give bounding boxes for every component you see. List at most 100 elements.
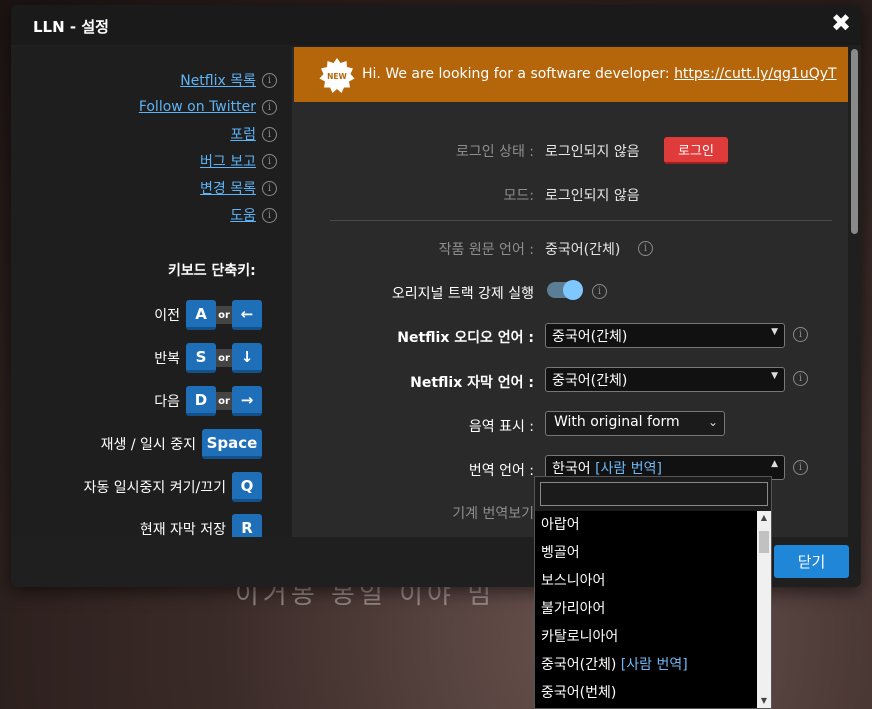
subtitle-language-select[interactable]: 중국어(간체) ▼: [545, 367, 785, 392]
key-q: Q: [232, 472, 262, 502]
dropdown-list: 아랍어 벵골어 보스니아어 불가리아어 카탈로니아어 중국어(간체) [사람 번…: [535, 511, 757, 707]
new-badge-label: NEW: [327, 72, 347, 81]
info-icon[interactable]: i: [793, 327, 808, 342]
help-link[interactable]: 도움: [230, 205, 256, 225]
info-icon[interactable]: i: [592, 284, 607, 299]
key-arrow-right: →: [232, 386, 262, 416]
shortcut-label: 재생 / 일시 중지: [100, 437, 196, 453]
option-label: 보스니아어: [541, 573, 606, 589]
caret-down-icon: ▼: [771, 371, 778, 381]
shortcut-label: 다음: [154, 394, 180, 410]
subtitle-language-value: 중국어(간체): [552, 373, 628, 389]
dropdown-option[interactable]: 벵골어: [535, 539, 757, 567]
force-track-toggle[interactable]: [547, 280, 583, 300]
settings-panel: NEW Hi. We are looking for a software de…: [292, 47, 848, 537]
audio-language-label: Netflix 오디오 언어 :: [397, 330, 534, 346]
dialog-title: LLN - 설정: [33, 18, 109, 36]
info-icon[interactable]: i: [793, 371, 808, 386]
or-separator: or: [216, 392, 232, 410]
shortcut-row: 이전 A or ←: [154, 299, 262, 331]
original-language-label: 작품 원문 언어 :: [438, 242, 534, 258]
info-icon[interactable]: i: [638, 241, 653, 256]
sidebar-item-netflix-list: Netflix 목록 i: [180, 70, 277, 90]
sidebar-item-help: 도움 i: [230, 205, 277, 225]
option-label: 아랍어: [541, 517, 580, 533]
close-button[interactable]: 닫기: [774, 545, 849, 578]
info-icon[interactable]: i: [262, 72, 277, 88]
human-translation-tag: [사람 번역]: [620, 657, 688, 673]
shortcut-label: 자동 일시중지 켜기/끄기: [83, 480, 226, 496]
or-separator: or: [216, 306, 232, 324]
phonetic-select[interactable]: With original form ⌄: [545, 411, 725, 436]
dropdown-search-input[interactable]: [540, 482, 768, 506]
shortcut-row: 자동 일시중지 켜기/끄기 Q: [84, 471, 262, 503]
option-label: 불가리아어: [541, 601, 606, 617]
shortcuts-title: 키보드 단축키:: [168, 263, 256, 279]
banner-link[interactable]: https://cutt.ly/qg1uQyT: [674, 66, 836, 82]
key-a: A: [186, 300, 216, 330]
dropdown-option[interactable]: 카탈로니아어: [535, 623, 757, 651]
new-badge-icon: NEW: [319, 58, 355, 93]
key-arrow-left: ←: [232, 300, 262, 330]
option-label: 카탈로니아어: [541, 629, 619, 645]
info-icon[interactable]: i: [262, 99, 277, 115]
force-track-label: 오리지널 트랙 강제 실행: [391, 286, 534, 302]
announcement-banner: NEW Hi. We are looking for a software de…: [294, 47, 848, 102]
login-button[interactable]: 로그인: [664, 137, 728, 164]
scroll-up-arrow-icon[interactable]: ▲: [757, 511, 771, 525]
machine-translation-label: 기계 번역보기: [452, 506, 534, 522]
translation-language-label: 번역 언어 :: [468, 463, 534, 479]
scroll-down-arrow-icon[interactable]: ▼: [757, 694, 771, 708]
shortcut-label: 현재 자막 저장: [139, 522, 226, 537]
original-language-value: 중국어(간체): [545, 242, 621, 258]
mode-label: 모드:: [503, 188, 534, 204]
dropdown-option[interactable]: 중국어(번체): [535, 679, 757, 707]
audio-language-select[interactable]: 중국어(간체) ▼: [545, 323, 785, 348]
dropdown-option[interactable]: 아랍어: [535, 511, 757, 539]
banner-text: Hi. We are looking for a software develo…: [362, 66, 675, 82]
twitter-link[interactable]: Follow on Twitter: [139, 99, 256, 115]
toggle-knob: [563, 280, 583, 300]
dropdown-option[interactable]: 중국어(간체) [사람 번역]: [535, 651, 757, 679]
translation-language-value: 한국어: [552, 461, 591, 477]
option-label: 중국어(간체): [541, 657, 617, 673]
info-icon[interactable]: i: [262, 153, 277, 169]
shortcut-label: 이전: [154, 308, 180, 324]
close-icon[interactable]: ✖: [829, 11, 853, 35]
bug-report-link[interactable]: 버그 보고: [200, 151, 256, 171]
login-status-label: 로그인 상태 :: [455, 144, 534, 160]
translation-language-dropdown: 아랍어 벵골어 보스니아어 불가리아어 카탈로니아어 중국어(간체) [사람 번…: [534, 476, 772, 709]
netflix-list-link[interactable]: Netflix 목록: [180, 70, 256, 90]
sidebar-item-bug-report: 버그 보고 i: [200, 151, 277, 171]
banner-message: Hi. We are looking for a software develo…: [362, 66, 837, 82]
subtitle-language-label: Netflix 자막 언어 :: [410, 375, 534, 391]
shortcut-row: 반복 S or ↓: [154, 342, 262, 374]
key-d: D: [186, 386, 216, 416]
dropdown-option[interactable]: 불가리아어: [535, 595, 757, 623]
chevron-down-icon: ⌄: [707, 415, 718, 429]
dropdown-search-wrap: [535, 477, 771, 511]
dropdown-scrollbar[interactable]: ▲ ▼: [757, 511, 771, 708]
shortcut-row: 재생 / 일시 중지 Space: [101, 428, 262, 460]
forum-link[interactable]: 포럼: [230, 124, 256, 144]
dropdown-scrollbar-thumb[interactable]: [759, 531, 769, 553]
dropdown-option[interactable]: 보스니아어: [535, 567, 757, 595]
shortcut-row: 현재 자막 저장 R: [140, 513, 262, 537]
option-label: 중국어(번체): [541, 685, 617, 701]
info-icon[interactable]: i: [793, 460, 808, 475]
scrollbar-thumb[interactable]: [851, 49, 858, 234]
key-arrow-down: ↓: [232, 343, 262, 373]
divider: [330, 220, 832, 221]
info-icon[interactable]: i: [262, 207, 277, 223]
info-icon[interactable]: i: [262, 180, 277, 196]
changelog-link[interactable]: 변경 목록: [200, 178, 256, 198]
key-s: S: [186, 343, 216, 373]
phonetic-value: With original form: [554, 414, 680, 430]
title-bar: LLN - 설정 ✖: [11, 5, 861, 45]
info-icon[interactable]: i: [262, 126, 277, 142]
key-r: R: [232, 514, 262, 537]
key-space: Space: [202, 429, 262, 459]
panel-scrollbar[interactable]: [848, 47, 861, 537]
caret-up-icon: ▲: [771, 459, 778, 469]
sidebar-item-twitter: Follow on Twitter i: [139, 97, 277, 117]
